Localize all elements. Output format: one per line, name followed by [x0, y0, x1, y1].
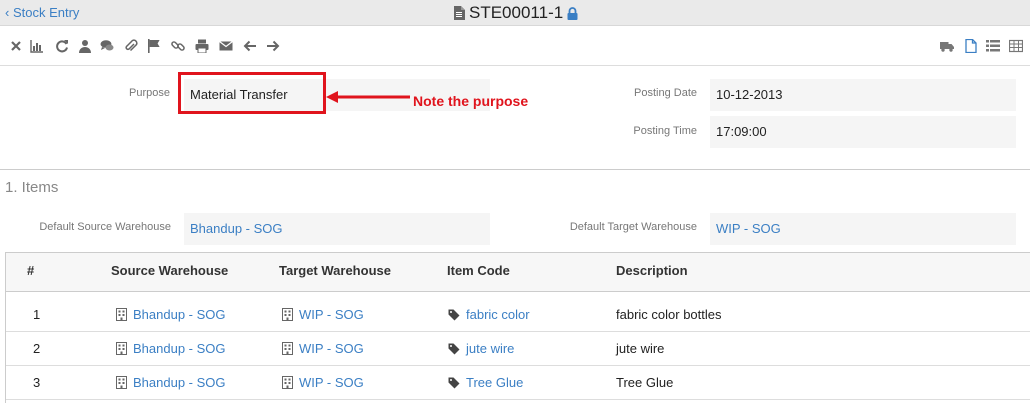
default-source-warehouse-label: Default Source Warehouse: [39, 221, 171, 233]
refresh-icon[interactable]: [55, 39, 69, 53]
item-code-link[interactable]: fabric color: [448, 307, 530, 322]
description-text: jute wire: [616, 341, 665, 356]
envelope-icon[interactable]: [219, 39, 233, 53]
posting-date-label: Posting Date: [634, 87, 697, 99]
default-source-warehouse-field[interactable]: Bhandup - SOG: [184, 213, 490, 245]
grid-header-target-warehouse: Target Warehouse: [279, 263, 391, 278]
building-icon: [282, 308, 293, 321]
grid-header-description: Description: [616, 263, 688, 278]
posting-time-label: Posting Time: [633, 125, 697, 137]
table-row[interactable]: 3 Bhandup - SOG WIP - SOG Tree Glue Tree…: [6, 366, 1030, 400]
source-warehouse-link[interactable]: Bhandup - SOG: [116, 341, 226, 356]
tag-icon: [448, 309, 460, 320]
building-icon: [116, 308, 127, 321]
annotation-highlight-box: [178, 72, 326, 114]
annotation-arrow-icon: [326, 91, 410, 103]
posting-date-field[interactable]: 10-12-2013: [710, 79, 1016, 111]
tag-icon: [448, 377, 460, 388]
item-code-text: fabric color: [466, 307, 530, 322]
toolbar: [0, 26, 1030, 66]
lock-icon: [567, 6, 578, 20]
target-warehouse-text: WIP - SOG: [299, 375, 364, 390]
source-warehouse-link[interactable]: Bhandup - SOG: [116, 375, 226, 390]
grid-header: # Source Warehouse Target Warehouse Item…: [6, 253, 1030, 292]
target-warehouse-link[interactable]: WIP - SOG: [282, 307, 364, 322]
grid-header-source-warehouse: Source Warehouse: [111, 263, 229, 278]
grid-header-index: #: [27, 263, 35, 278]
title-bar: ‹ Stock Entry STE00011-1: [0, 0, 1030, 26]
chart-icon[interactable]: [30, 39, 44, 53]
link-icon[interactable]: [171, 39, 185, 53]
source-warehouse-text: Bhandup - SOG: [133, 375, 226, 390]
back-link[interactable]: ‹ Stock Entry: [5, 5, 79, 20]
posting-time-field[interactable]: 17:09:00: [710, 116, 1016, 148]
arrow-right-icon[interactable]: [266, 39, 280, 53]
target-warehouse-text: WIP - SOG: [299, 341, 364, 356]
section-divider: [0, 169, 1030, 170]
building-icon: [116, 342, 127, 355]
table-row[interactable]: 2 Bhandup - SOG WIP - SOG jute wire jute…: [6, 332, 1030, 366]
default-target-warehouse-label: Default Target Warehouse: [569, 221, 697, 233]
building-icon: [116, 376, 127, 389]
item-code-text: Tree Glue: [466, 375, 524, 390]
arrow-left-icon[interactable]: [243, 39, 257, 53]
paperclip-icon[interactable]: [124, 39, 138, 53]
tag-icon: [448, 343, 460, 354]
description-text: fabric color bottles: [616, 307, 722, 322]
source-warehouse-link[interactable]: Bhandup - SOG: [116, 307, 226, 322]
chevron-left-icon: ‹: [5, 5, 13, 20]
comments-icon[interactable]: [100, 39, 114, 53]
section-title: 1. Items: [5, 179, 59, 196]
truck-icon[interactable]: [940, 39, 954, 53]
table-icon[interactable]: [1009, 39, 1023, 53]
default-target-warehouse-field[interactable]: WIP - SOG: [710, 213, 1016, 245]
source-warehouse-text: Bhandup - SOG: [133, 307, 226, 322]
items-grid: # Source Warehouse Target Warehouse Item…: [5, 252, 1030, 403]
description-text: Tree Glue: [616, 375, 674, 390]
grid-header-item-code: Item Code: [447, 263, 510, 278]
row-index: 2: [33, 341, 41, 356]
user-icon[interactable]: [78, 39, 92, 53]
document-icon: [453, 6, 465, 20]
purpose-label: Purpose: [129, 87, 170, 99]
target-warehouse-link[interactable]: WIP - SOG: [282, 375, 364, 390]
item-code-link[interactable]: Tree Glue: [448, 375, 523, 390]
doc-id: STE00011-1: [469, 3, 564, 22]
row-index: 3: [33, 375, 41, 390]
page-title: STE00011-1: [453, 3, 578, 23]
item-code-link[interactable]: jute wire: [448, 341, 514, 356]
table-row[interactable]: 1 Bhandup - SOG WIP - SOG fabric color f…: [6, 298, 1030, 332]
target-warehouse-text: WIP - SOG: [299, 307, 364, 322]
source-warehouse-text: Bhandup - SOG: [133, 341, 226, 356]
building-icon: [282, 376, 293, 389]
target-warehouse-link[interactable]: WIP - SOG: [282, 341, 364, 356]
file-icon[interactable]: [964, 39, 978, 53]
item-code-text: jute wire: [466, 341, 515, 356]
close-icon[interactable]: [9, 39, 23, 53]
building-icon: [282, 342, 293, 355]
print-icon[interactable]: [195, 39, 209, 53]
flag-icon[interactable]: [147, 39, 161, 53]
annotation-text: Note the purpose: [413, 93, 529, 109]
back-link-label: Stock Entry: [12, 5, 80, 20]
list-icon[interactable]: [986, 39, 1000, 53]
row-index: 1: [33, 307, 41, 322]
